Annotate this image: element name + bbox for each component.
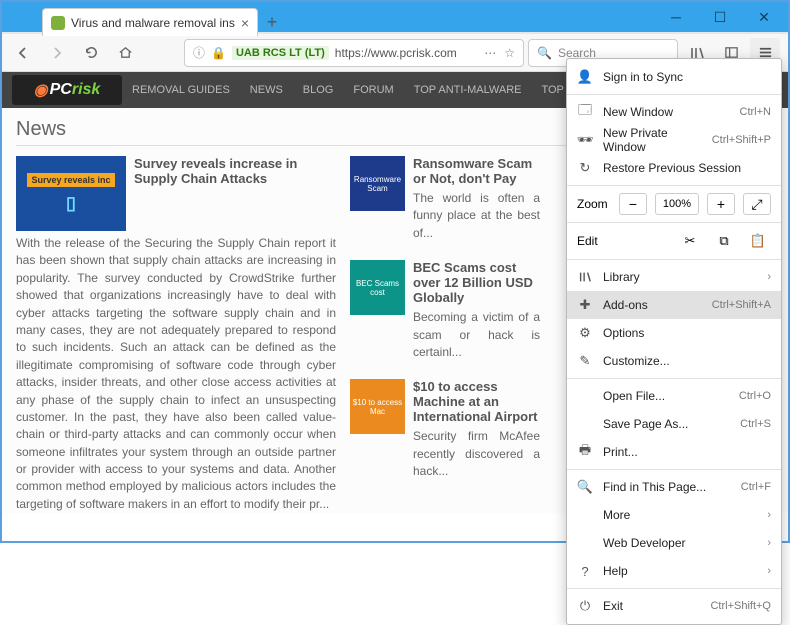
article-thumb[interactable]: Ransomware Scam <box>350 156 405 211</box>
forward-button[interactable] <box>42 38 72 68</box>
search-icon: 🔍 <box>577 479 593 495</box>
help-icon: ? <box>577 564 593 579</box>
menu-sign-in[interactable]: 👤 Sign in to Sync <box>567 63 781 91</box>
nav-link[interactable]: BLOG <box>293 84 344 96</box>
article-body: With the release of the Securing the Sup… <box>16 235 336 513</box>
menu-library[interactable]: Library › <box>567 263 781 291</box>
menu-find[interactable]: 🔍 Find in This Page... Ctrl+F <box>567 473 781 501</box>
menu-help[interactable]: ? Help › <box>567 557 781 585</box>
chevron-right-icon: › <box>767 537 771 549</box>
copy-button[interactable]: ⧉ <box>711 230 737 252</box>
search-icon: 🔍 <box>537 46 552 60</box>
user-icon: 👤 <box>577 69 593 85</box>
section-news-heading: News <box>16 118 605 146</box>
cut-button[interactable]: ✂ <box>677 230 703 252</box>
power-icon: ⏻ <box>577 598 593 614</box>
info-icon[interactable]: ⓘ <box>193 44 205 61</box>
zoom-in-button[interactable]: + <box>707 193 735 215</box>
article-title[interactable]: BEC Scams cost over 12 Billion USD Globa… <box>413 260 540 305</box>
app-menu-panel: 👤 Sign in to Sync 🗔 New Window Ctrl+N 🕶 … <box>566 58 782 625</box>
page-action-icon[interactable]: ⋯ <box>484 46 496 60</box>
menu-edit-row: Edit ✂ ⧉ 📋 <box>567 226 781 256</box>
home-button[interactable] <box>110 38 140 68</box>
nav-link[interactable]: NEWS <box>240 84 293 96</box>
menu-options[interactable]: ⚙ Options <box>567 319 781 347</box>
puzzle-icon: ✚ <box>577 297 593 313</box>
article-thumb[interactable]: BEC Scams cost <box>350 260 405 315</box>
close-window-button[interactable]: ✕ <box>742 2 786 32</box>
library-icon <box>577 270 593 284</box>
menu-save-page[interactable]: Save Page As... Ctrl+S <box>567 410 781 438</box>
logo-eye-icon: ◉ <box>34 80 48 100</box>
browser-tab[interactable]: Virus and malware removal ins × <box>42 8 258 36</box>
menu-exit[interactable]: ⏻ Exit Ctrl+Shift+Q <box>567 592 781 620</box>
bookmark-star-icon[interactable]: ☆ <box>504 46 515 60</box>
menu-customize[interactable]: ✎ Customize... <box>567 347 781 375</box>
tab-strip: Virus and malware removal ins × + <box>2 6 286 36</box>
new-tab-button[interactable]: + <box>258 8 286 36</box>
chevron-right-icon: › <box>767 271 771 283</box>
lock-icon: 🔒 <box>211 46 226 60</box>
menu-restore-session[interactable]: ↻ Restore Previous Session <box>567 154 781 182</box>
menu-more[interactable]: More › <box>567 501 781 529</box>
site-logo[interactable]: ◉PCrisk <box>12 75 122 105</box>
article-thumb[interactable]: $10 to access Mac <box>350 379 405 434</box>
paste-button[interactable]: 📋 <box>745 230 771 252</box>
ev-cert-label: UAB RCS LT (LT) <box>232 46 329 60</box>
minimize-button[interactable]: ─ <box>654 2 698 32</box>
menu-addons[interactable]: ✚ Add-ons Ctrl+Shift+A <box>567 291 781 319</box>
print-icon: 🖶 <box>577 441 593 463</box>
menu-new-private-window[interactable]: 🕶 New Private Window Ctrl+Shift+P <box>567 126 781 154</box>
tab-title: Virus and malware removal ins <box>71 16 235 30</box>
zoom-value[interactable]: 100% <box>655 193 699 215</box>
menu-print[interactable]: 🖶 Print... <box>567 438 781 466</box>
maximize-button[interactable]: ☐ <box>698 2 742 32</box>
menu-web-developer[interactable]: Web Developer › <box>567 529 781 557</box>
nav-link[interactable]: TOP ANTI-MALWARE <box>404 84 532 96</box>
reload-button[interactable] <box>76 38 106 68</box>
article-title[interactable]: $10 to access Machine at an Internationa… <box>413 379 540 424</box>
zoom-out-button[interactable]: − <box>619 193 647 215</box>
gear-icon: ⚙ <box>577 325 593 341</box>
nav-link[interactable]: FORUM <box>343 84 403 96</box>
fullscreen-button[interactable]: ⤢ <box>743 193 771 215</box>
url-text: https://www.pcrisk.com <box>335 46 457 60</box>
chevron-right-icon: › <box>767 565 771 577</box>
menu-open-file[interactable]: Open File... Ctrl+O <box>567 382 781 410</box>
tab-close-icon[interactable]: × <box>241 15 249 31</box>
mask-icon: 🕶 <box>577 132 593 148</box>
menu-zoom-row: Zoom − 100% + ⤢ <box>567 189 781 219</box>
chevron-right-icon: › <box>767 509 771 521</box>
article-body: Security firm McAfee recently discovered… <box>413 428 540 480</box>
menu-new-window[interactable]: 🗔 New Window Ctrl+N <box>567 98 781 126</box>
paint-icon: ✎ <box>577 353 593 369</box>
tab-favicon <box>51 16 65 30</box>
article-body: The world is often a funny place at the … <box>413 190 540 242</box>
article-title[interactable]: Ransomware Scam or Not, don't Pay <box>413 156 540 186</box>
restore-icon: ↻ <box>577 160 593 176</box>
article-body: Becoming a victim of a scam or hack is c… <box>413 309 540 361</box>
article-thumb[interactable]: Survey reveals inc ▯ <box>16 156 126 231</box>
back-button[interactable] <box>8 38 38 68</box>
address-bar[interactable]: ⓘ 🔒 UAB RCS LT (LT) https://www.pcrisk.c… <box>184 39 524 67</box>
nav-link[interactable]: REMOVAL GUIDES <box>122 84 240 96</box>
window-icon: 🗔 <box>577 101 593 123</box>
